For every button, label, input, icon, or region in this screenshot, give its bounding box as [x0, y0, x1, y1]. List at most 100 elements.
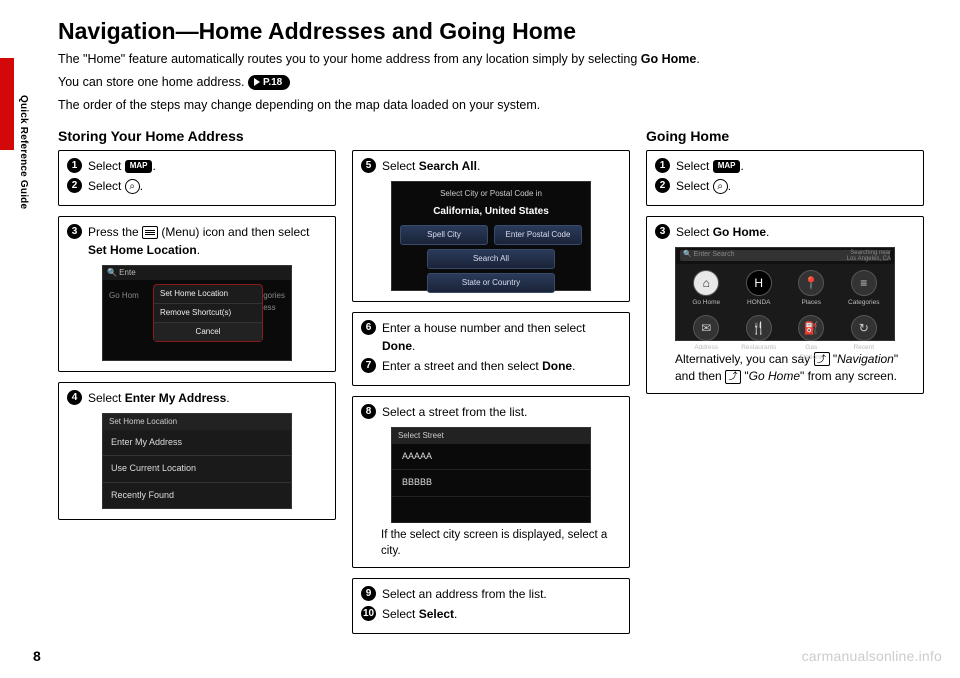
red-section-tab	[0, 58, 14, 150]
scr1-row-2: Remove Shortcut(s)	[154, 304, 262, 323]
scr5-i3: 📍Places	[793, 270, 829, 308]
scr5-i4: ≡Categories	[846, 270, 882, 308]
step-3-a: Press the	[88, 225, 142, 239]
scr3-row2: Search All	[400, 249, 582, 269]
scr5-i6-lbl: Restaurants	[741, 343, 776, 353]
screenshot-go-home: 🔍 Enter Search Searching near Los Angele…	[675, 247, 895, 341]
scr5-i5: ✉Address	[688, 315, 724, 363]
step-1: 1 Select MAP.	[67, 157, 327, 175]
columns: Storing Your Home Address 1 Select MAP. …	[58, 128, 940, 644]
intro-block: The "Home" feature automatically routes …	[58, 51, 940, 114]
scr4-hdr: Select Street	[392, 428, 590, 444]
going-s2: Select	[676, 179, 713, 193]
watermark: carmanualsonline.info	[802, 648, 942, 664]
scr2-o1: Enter My Address	[103, 430, 291, 457]
scr5-i6: 🍴Restaurants	[741, 315, 777, 363]
storing-heading: Storing Your Home Address	[58, 128, 336, 144]
bullet-9: 9	[361, 586, 376, 601]
bullet-7: 7	[361, 358, 376, 373]
step-1-text: Select MAP.	[88, 157, 327, 175]
storing-box-1: 1 Select MAP. 2 Select ⌕.	[58, 150, 336, 206]
step-5-a: Select	[382, 159, 419, 173]
col-storing: Storing Your Home Address 1 Select MAP. …	[58, 128, 336, 644]
bullet-3: 3	[67, 224, 82, 239]
step-9: 9 Select an address from the list.	[361, 585, 621, 603]
going-heading: Going Home	[646, 128, 924, 144]
scr1-topbar: 🔍 Ente	[103, 266, 291, 280]
step-10-a: Select	[382, 607, 419, 621]
col-going-home: Going Home 1 Select MAP. 2 Select ⌕.	[646, 128, 924, 644]
intro-line-2-a: You can store one home address.	[58, 75, 248, 89]
bullet-6: 6	[361, 320, 376, 335]
screenshot-search-all: Select City or Postal Code in California…	[391, 181, 591, 291]
intro-line-2: You can store one home address. P.18	[58, 74, 940, 91]
screenshot-set-home-menu: 🔍 Ente Go Hom Categories Address Set Hom…	[102, 265, 292, 361]
page-number: 8	[33, 648, 41, 664]
step-2: 2 Select ⌕.	[67, 177, 327, 195]
going-box-2: 3 Select Go Home. 🔍 Enter Search Searchi…	[646, 216, 924, 395]
scr5-i2-lbl: HONDA	[747, 298, 770, 308]
scr1-row-3: Cancel	[154, 323, 262, 341]
bullet-10: 10	[361, 606, 376, 621]
scr3-p2: Enter Postal Code	[494, 225, 582, 245]
intro-line-1-a: The "Home" feature automatically routes …	[58, 52, 641, 66]
step-8-note: If the select city screen is displayed, …	[381, 527, 621, 559]
scr2-hdr: Set Home Location	[103, 414, 291, 430]
scr5-row2: ✉Address 🍴Restaurants ⛽Gas Stations ↻Rec…	[676, 309, 894, 365]
step-8-text: Select a street from the list.	[382, 403, 621, 421]
step-3: 3 Press the (Menu) icon and then select …	[67, 223, 327, 259]
step-9-text: Select an address from the list.	[382, 585, 621, 603]
bullet-5: 5	[361, 158, 376, 173]
scr4-r2: BBBBB	[392, 470, 590, 497]
menu-icon	[142, 226, 158, 239]
going-s1: Select	[676, 159, 713, 173]
scr5-row1: ⌂Go Home HHONDA 📍Places ≡Categories	[676, 264, 894, 310]
going-s3-b: Go Home	[713, 225, 766, 239]
going-step-1: 1 Select MAP.	[655, 157, 915, 175]
scr2-o2: Use Current Location	[103, 456, 291, 483]
page-title: Navigation—Home Addresses and Going Home	[58, 18, 940, 45]
scr3-t2: California, United States	[433, 204, 549, 219]
map-button-icon: MAP	[125, 160, 153, 173]
step-4-a: Select	[88, 391, 125, 405]
scr4-r1: AAAAA	[392, 444, 590, 471]
mid-box-4: 9 Select an address from the list. 10 Se…	[352, 578, 630, 634]
scr3-row3: State or Country	[400, 273, 582, 293]
step-5-b: Search All	[419, 159, 477, 173]
scr5-i7: ⛽Gas Stations	[793, 315, 829, 363]
go-home-bold: Go Home	[641, 52, 697, 66]
going-step-2: 2 Select ⌕.	[655, 177, 915, 195]
going-step-3: 3 Select Go Home.	[655, 223, 915, 241]
scr2-o3: Recently Found	[103, 483, 291, 510]
step-10: 10 Select Select.	[361, 605, 621, 623]
step-10-text: Select Select.	[382, 605, 621, 623]
going-bullet-3: 3	[655, 224, 670, 239]
storing-box-2: 3 Press the (Menu) icon and then select …	[58, 216, 336, 372]
scr5-sidetxt: Searching near Los Angeles, CA	[847, 250, 891, 263]
step-7: 7 Enter a street and then select Done.	[361, 357, 621, 375]
step-2-text: Select ⌕.	[88, 177, 327, 195]
scr5-i8-lbl: Recent	[853, 343, 874, 353]
scr5-i8: ↻Recent	[846, 315, 882, 363]
screenshot-street-list: Select Street AAAAA BBBBB	[391, 427, 591, 523]
storing-box-3: 4 Select Enter My Address. Set Home Loca…	[58, 382, 336, 520]
side-section-label: Quick Reference Guide	[18, 95, 29, 209]
going-bullet-1: 1	[655, 158, 670, 173]
step-4-text: Select Enter My Address.	[88, 389, 327, 407]
scr3-p4: State or Country	[427, 273, 554, 293]
scr5-i1-lbl: Go Home	[692, 298, 720, 308]
voice-icon: ⤴	[725, 370, 741, 384]
scr5-i2: HHONDA	[741, 270, 777, 308]
bullet-4: 4	[67, 390, 82, 405]
going-box-1: 1 Select MAP. 2 Select ⌕.	[646, 150, 924, 206]
step-6-b: Done	[382, 339, 412, 353]
search-icon: ⌕	[713, 179, 728, 194]
step-4: 4 Select Enter My Address.	[67, 389, 327, 407]
step-3-b: (Menu) icon and then select	[158, 225, 309, 239]
step-5: 5 Select Search All.	[361, 157, 621, 175]
col-mid: . 5 Select Search All. Select City or Po…	[352, 128, 630, 644]
scr5-i1: ⌂Go Home	[688, 270, 724, 308]
scr3-p3: Search All	[427, 249, 554, 269]
scr3-row1: Spell City Enter Postal Code	[400, 225, 582, 245]
step-4-b: Enter My Address	[125, 391, 227, 405]
